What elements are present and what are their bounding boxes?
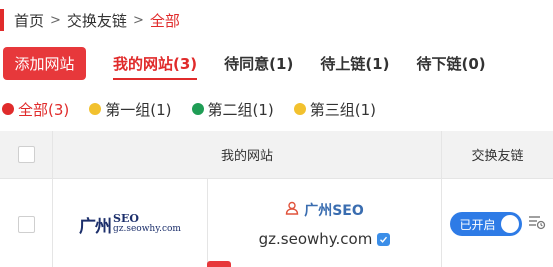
group-dot-green (191, 103, 204, 115)
column-header-site: 我的网站 (220, 149, 273, 164)
verified-badge-icon (377, 232, 391, 246)
tab-pending-link[interactable]: 待上链(1) (320, 47, 389, 80)
site-name: 广州SEO (304, 203, 364, 219)
site-logo: 广州 SEO gz.seowhy.com (79, 212, 181, 237)
header-site-cell: 我的网站 (53, 131, 442, 178)
breadcrumb-accent-bar (0, 9, 4, 31)
toggle-label: 已开启 (459, 217, 496, 232)
link-status-cell: 已开启 (442, 179, 553, 267)
group-label: 第三组(1) (309, 100, 376, 119)
group-dot-red (2, 103, 14, 115)
row-checkbox[interactable] (17, 215, 35, 233)
link-toggle[interactable]: 已开启 (449, 212, 522, 236)
site-url[interactable]: gz.seowhy.com (259, 230, 373, 248)
header-link-cell: 交换友链 (442, 131, 553, 178)
toggle-knob (500, 215, 519, 233)
group-filter-third[interactable]: 第三组(1) (293, 99, 376, 120)
site-info-cell: 广州SEO gz.seowhy.com (208, 179, 442, 267)
list-settings-icon[interactable] (528, 214, 546, 234)
next-row-tag (207, 261, 231, 267)
breadcrumb-section[interactable]: 交换友链 (67, 10, 127, 31)
user-outline-icon (285, 201, 299, 219)
table-header: 我的网站 交换友链 (0, 131, 553, 179)
table-row: 广州 SEO gz.seowhy.com 广州SEO gz.seowhy.com (0, 179, 553, 267)
breadcrumb: 首页 > 交换友链 > 全部 (0, 8, 180, 32)
add-site-button[interactable]: 添加网站 (3, 47, 86, 80)
site-name-link[interactable]: 广州SEO (285, 200, 364, 220)
group-label: 第二组(1) (207, 100, 274, 119)
tab-pending-approval[interactable]: 待同意(1) (224, 47, 293, 80)
tab-my-sites[interactable]: 我的网站(3) (113, 47, 198, 80)
group-filter-all[interactable]: 全部(3) (2, 99, 69, 120)
select-all-checkbox[interactable] (17, 146, 35, 163)
header-check-cell (0, 131, 53, 178)
breadcrumb-home[interactable]: 首页 (14, 10, 44, 31)
column-header-link: 交换友链 (471, 149, 524, 164)
site-url-line: gz.seowhy.com (259, 230, 391, 248)
breadcrumb-separator: > (132, 12, 144, 28)
row-check-cell (0, 179, 53, 267)
group-filter-first[interactable]: 第一组(1) (89, 99, 172, 120)
sites-table: 我的网站 交换友链 广州 SEO gz.seowhy.com 广州SEO gz.… (0, 131, 553, 267)
toolbar: 添加网站 我的网站(3) 待同意(1) 待上链(1) 待下链(0) (0, 47, 486, 80)
site-logo-mark: 广州 (79, 216, 112, 237)
breadcrumb-current: 全部 (149, 11, 180, 30)
group-label: 全部(3) (18, 100, 70, 119)
site-logo-cell: 广州 SEO gz.seowhy.com (53, 179, 208, 267)
group-dot-yellow (89, 103, 102, 115)
group-label: 第一组(1) (105, 100, 172, 119)
site-logo-text: SEO (113, 212, 139, 225)
group-filter-second[interactable]: 第二组(1) (191, 99, 274, 120)
breadcrumb-separator: > (50, 12, 61, 28)
group-filter: 全部(3) 第一组(1) 第二组(1) 第三组(1) (2, 98, 396, 120)
site-logo-domain: gz.seowhy.com (113, 224, 181, 234)
group-dot-yellow (293, 103, 306, 115)
tab-pending-unlink[interactable]: 待下链(0) (416, 47, 485, 80)
